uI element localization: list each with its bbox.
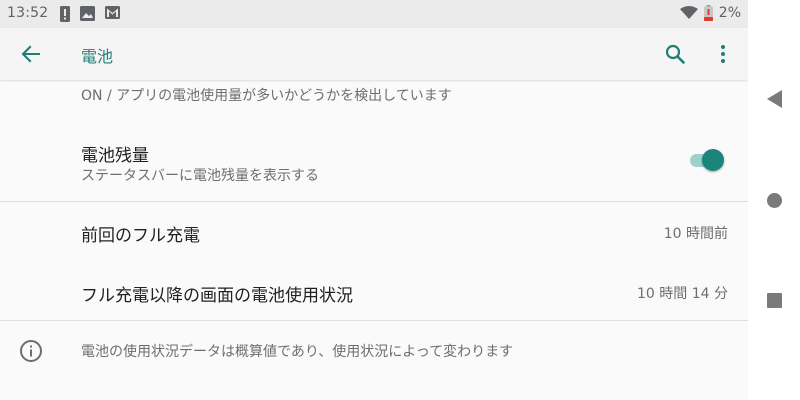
section-divider — [0, 201, 748, 202]
nav-recents-button[interactable] — [764, 290, 784, 310]
nav-back-button[interactable] — [764, 89, 784, 109]
system-status-icons: 2% — [679, 5, 741, 21]
arrow-back-icon[interactable] — [18, 42, 44, 66]
status-bar: 13:52 2% — [0, 0, 748, 28]
toggle-thumb — [702, 149, 724, 171]
info-icon — [20, 340, 42, 362]
system-nav-bar — [748, 0, 800, 400]
search-icon[interactable] — [663, 42, 687, 66]
android-screen: 13:52 2% 電池 ON / アプリの電池使用量が多いかどうかを検出していま… — [0, 0, 748, 400]
battery-usage-footer: 電池の使用状況データは概算値であり、使用状況によって変わります — [81, 344, 514, 360]
section-divider — [0, 320, 748, 321]
battery-percentage-summary: ステータスバーに電池残量を表示する — [81, 168, 319, 184]
notification-icons — [60, 6, 120, 22]
nav-home-button[interactable] — [764, 190, 784, 210]
recents-square-icon — [766, 292, 782, 308]
gmail-icon — [105, 6, 120, 19]
adaptive-battery-summary: ON / アプリの電池使用量が多いかどうかを検出しています — [81, 88, 452, 104]
alert-icon — [60, 6, 70, 22]
page-title: 電池 — [81, 47, 114, 66]
battery-percent: 2% — [718, 5, 741, 21]
home-circle-icon — [766, 192, 782, 208]
wifi-icon — [679, 6, 698, 19]
more-vert-icon[interactable] — [711, 42, 735, 66]
image-icon — [80, 6, 95, 21]
battery-low-icon — [703, 5, 713, 21]
battery-percentage-title: 電池残量 — [81, 146, 149, 166]
last-full-charge-value: 10 時間前 — [663, 226, 728, 242]
status-time: 13:52 — [7, 5, 49, 21]
screen-usage-title: フル充電以降の画面の電池使用状況 — [81, 286, 353, 306]
app-bar: 電池 — [0, 28, 748, 80]
last-full-charge-title: 前回のフル充電 — [81, 226, 200, 246]
back-triangle-icon — [766, 90, 782, 108]
battery-percentage-toggle[interactable] — [688, 148, 726, 172]
screen-usage-value: 10 時間 14 分 — [637, 286, 728, 302]
